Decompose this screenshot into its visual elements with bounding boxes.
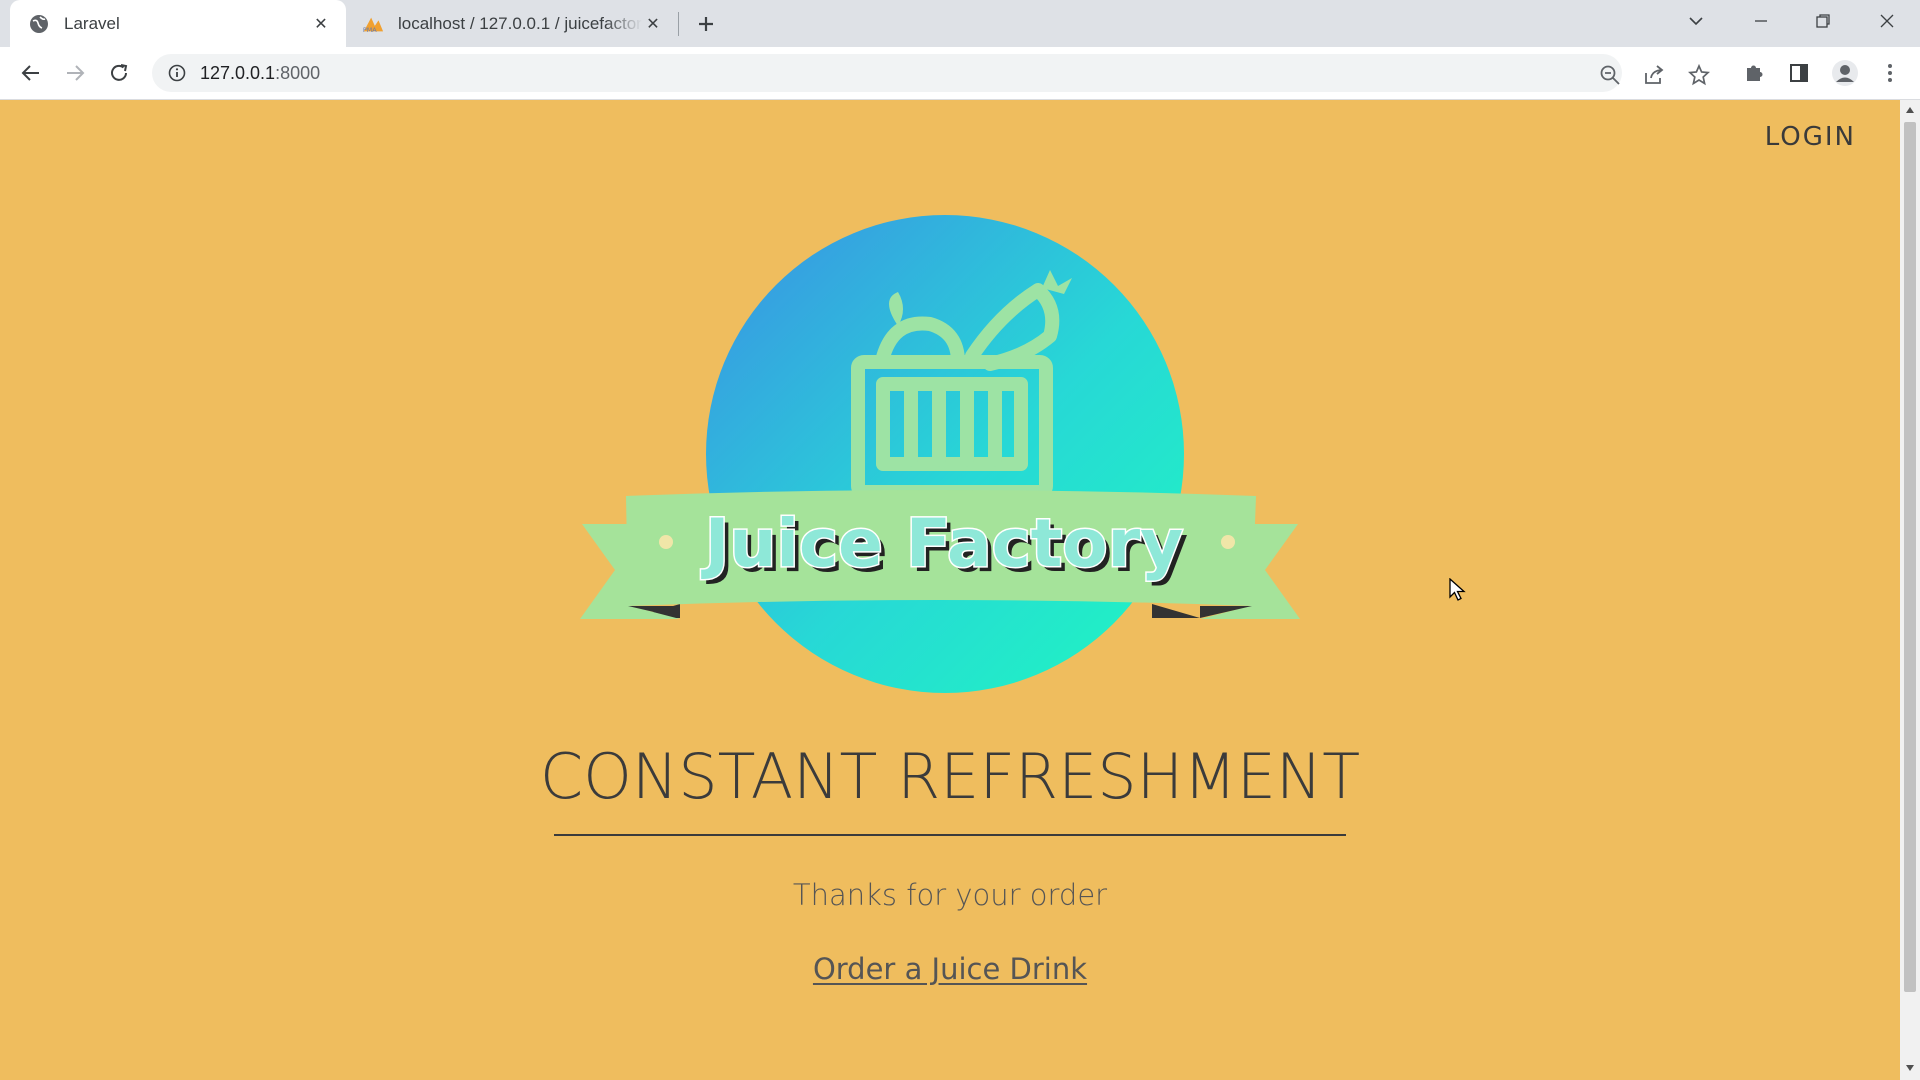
tab-search-button[interactable] (1665, 0, 1727, 42)
avatar-icon (1832, 60, 1858, 86)
order-confirmation-message: Thanks for your order (792, 878, 1108, 912)
close-tab-icon[interactable]: ✕ (310, 13, 332, 35)
mouse-cursor-icon (1449, 578, 1466, 601)
order-juice-link[interactable]: Order a Juice Drink (813, 952, 1087, 986)
back-button[interactable] (14, 56, 48, 90)
browser-toolbar: 127.0.0.1:8000 (0, 47, 1920, 100)
puzzle-icon (1747, 65, 1763, 81)
profile-button[interactable] (1828, 56, 1862, 90)
login-link[interactable]: LOGIN (1765, 122, 1856, 152)
tab-title: Laravel (64, 13, 120, 33)
menu-button[interactable] (1873, 56, 1907, 90)
side-panel-button[interactable] (1782, 56, 1816, 90)
plus-icon (699, 17, 713, 31)
chevron-down-icon (1689, 17, 1703, 26)
new-tab-button[interactable] (690, 8, 722, 40)
extensions-button[interactable] (1737, 56, 1771, 90)
scroll-thumb[interactable] (1904, 122, 1916, 992)
zoom-button[interactable] (1593, 58, 1627, 92)
url-port: :8000 (275, 62, 321, 83)
minimize-icon (1755, 20, 1767, 22)
tab-strip: Laravel ✕ PMA localhost / 127.0.0.1 / ju… (0, 0, 1920, 47)
site-info-icon[interactable] (166, 62, 188, 84)
tab-laravel[interactable]: Laravel ✕ (10, 0, 346, 47)
page-tagline: CONSTANT REFRESHMENT (539, 740, 1361, 813)
close-window-button[interactable] (1856, 0, 1918, 42)
tab-phpmyadmin[interactable]: PMA localhost / 127.0.0.1 / juicefactory… (352, 0, 678, 47)
zoom-out-icon (1600, 65, 1620, 85)
url-text: 127.0.0.1:8000 (200, 63, 320, 84)
divider (554, 834, 1346, 836)
globe-icon (28, 13, 50, 35)
bookmark-button[interactable] (1682, 58, 1716, 92)
juice-factory-logo: Juice Factory Juice Factory (580, 215, 1300, 693)
restore-button[interactable] (1792, 0, 1854, 42)
share-icon (1645, 65, 1664, 84)
reload-icon (111, 64, 128, 81)
tab-title: localhost / 127.0.0.1 / juicefactory (398, 13, 642, 33)
arrow-right-icon (67, 65, 85, 81)
share-button[interactable] (1637, 58, 1671, 92)
close-icon (1880, 14, 1894, 28)
address-bar[interactable]: 127.0.0.1:8000 (152, 54, 1622, 92)
scroll-up-icon[interactable] (1904, 104, 1916, 116)
logo-text: Juice Factory (701, 505, 1183, 582)
restore-icon (1816, 14, 1830, 28)
forward-button[interactable] (58, 56, 92, 90)
url-host: 127.0.0.1 (200, 62, 276, 83)
page-scrollbar[interactable] (1900, 100, 1920, 1080)
arrow-left-icon (21, 65, 39, 81)
star-icon (1688, 64, 1710, 86)
order-link-wrapper: Order a Juice Drink (0, 952, 1900, 986)
minimize-button[interactable] (1730, 0, 1792, 42)
reload-button[interactable] (102, 56, 136, 90)
scroll-down-icon[interactable] (1904, 1062, 1916, 1074)
phpmyadmin-icon: PMA (362, 13, 384, 35)
kebab-menu-icon (1888, 64, 1892, 82)
close-tab-icon[interactable]: ✕ (642, 13, 664, 35)
tab-separator (678, 12, 679, 36)
page-content: LOGIN Juice Factory Juice Factory CONSTA… (0, 100, 1900, 1080)
side-panel-icon (1790, 64, 1808, 82)
svg-text:PMA: PMA (363, 26, 377, 34)
